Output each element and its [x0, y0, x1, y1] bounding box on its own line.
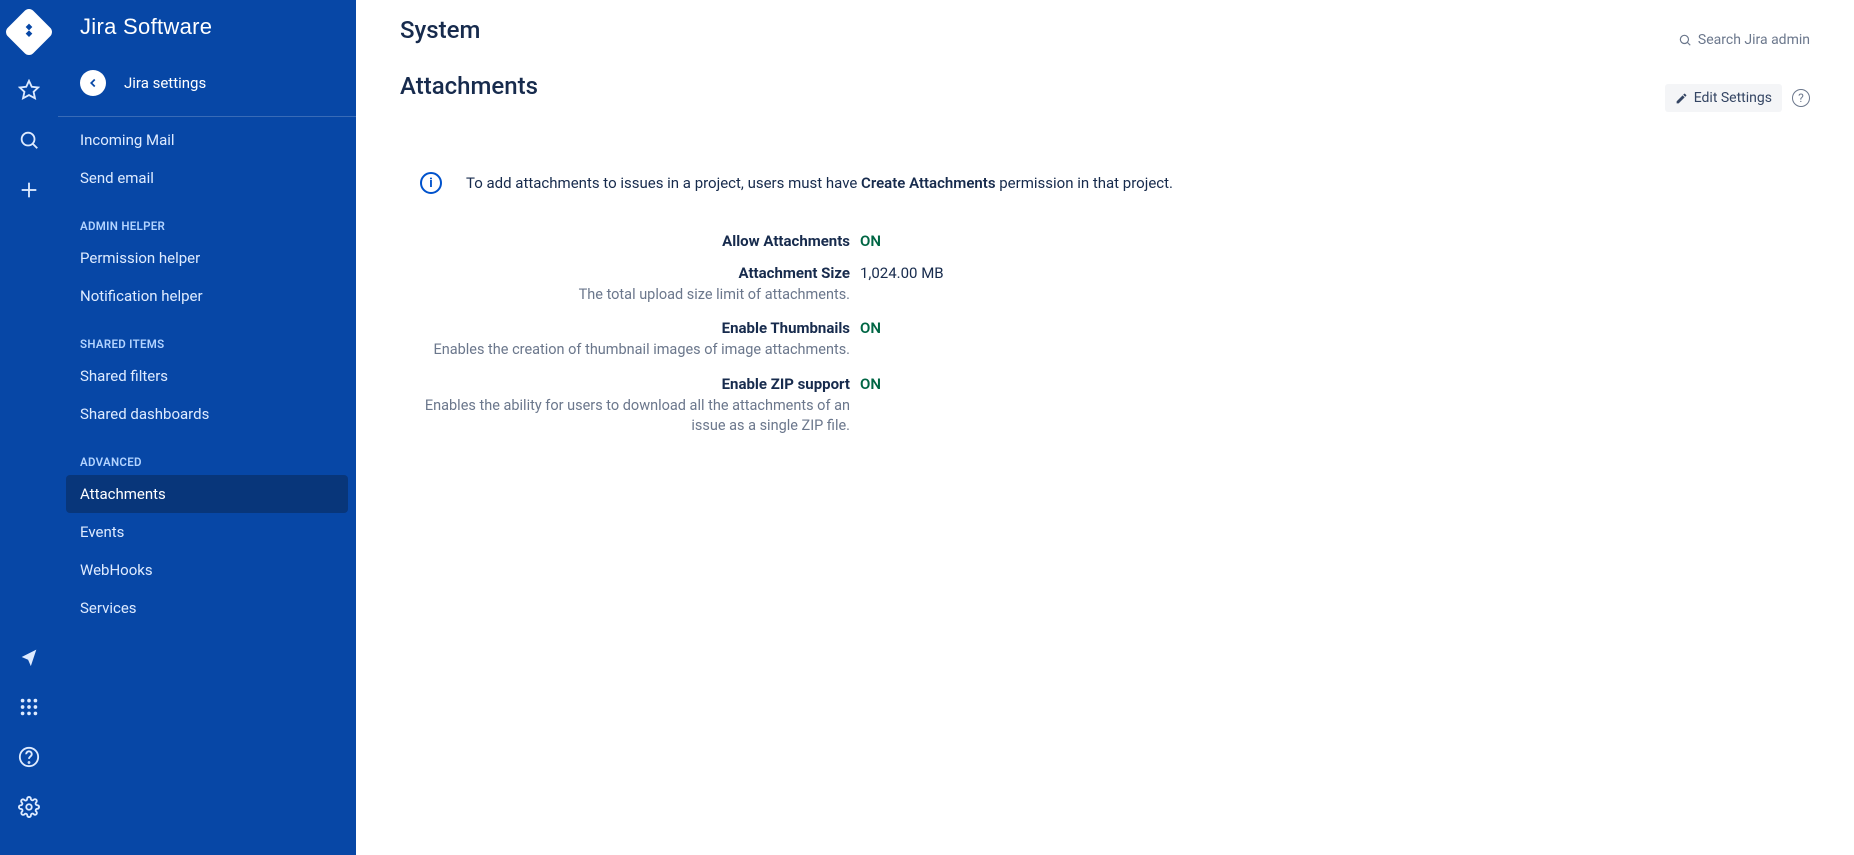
section-title: Attachments — [400, 72, 538, 100]
setting-desc: Enables the creation of thumbnail images… — [400, 340, 850, 360]
setting-value: ON — [860, 375, 881, 393]
star-icon[interactable] — [13, 74, 45, 106]
info-message: i To add attachments to issues in a proj… — [420, 172, 1810, 194]
setting-value: ON — [860, 319, 881, 337]
back-arrow-icon — [80, 70, 106, 96]
nav-incoming-mail[interactable]: Incoming Mail — [58, 117, 356, 159]
setting-desc: The total upload size limit of attachmen… — [400, 285, 850, 305]
nav-events[interactable]: Events — [58, 513, 356, 551]
setting-label: Allow Attachments — [400, 232, 850, 250]
setting-value: 1,024.00 MB — [860, 264, 944, 282]
setting-label: Enable ZIP support — [400, 375, 850, 393]
setting-label: Enable Thumbnails — [400, 319, 850, 337]
plus-icon[interactable] — [13, 174, 45, 206]
page-title: System — [400, 16, 538, 44]
section-heading-advanced: ADVANCED — [58, 433, 356, 475]
search-icon[interactable] — [13, 124, 45, 156]
edit-settings-button[interactable]: Edit Settings — [1665, 84, 1782, 112]
nav-send-email[interactable]: Send email — [58, 159, 356, 197]
setting-enable-zip: Enable ZIP support Enables the ability f… — [400, 375, 1260, 437]
setting-attachment-size: Attachment Size The total upload size li… — [400, 264, 1260, 305]
settings-icon[interactable] — [13, 791, 45, 823]
main-content: System Attachments Search Jira admin Edi… — [356, 0, 1854, 855]
setting-allow-attachments: Allow Attachments ON — [400, 232, 1260, 250]
help-icon[interactable]: ? — [1792, 89, 1810, 107]
setting-enable-thumbnails: Enable Thumbnails Enables the creation o… — [400, 319, 1260, 360]
nav-webhooks[interactable]: WebHooks — [58, 551, 356, 589]
appswitcher-icon[interactable] — [13, 691, 45, 723]
nav-permission-helper[interactable]: Permission helper — [58, 239, 356, 277]
pencil-icon — [1675, 92, 1688, 105]
setting-label: Attachment Size — [400, 264, 850, 282]
notification-icon[interactable] — [13, 641, 45, 673]
info-icon: i — [420, 172, 442, 194]
help-icon[interactable] — [13, 741, 45, 773]
settings-sidebar: Jira Software Jira settings Incoming Mai… — [58, 0, 356, 855]
search-icon — [1678, 33, 1692, 47]
nav-notification-helper[interactable]: Notification helper — [58, 277, 356, 315]
nav-services[interactable]: Services — [58, 589, 356, 627]
nav-attachments[interactable]: Attachments — [66, 475, 348, 513]
nav-shared-filters[interactable]: Shared filters — [58, 357, 356, 395]
global-nav-rail — [0, 0, 58, 855]
back-label: Jira settings — [124, 74, 206, 92]
sidebar-header: Jira Software — [58, 0, 356, 50]
jira-logo-icon[interactable] — [4, 7, 55, 58]
section-heading-shared-items: SHARED ITEMS — [58, 315, 356, 357]
section-heading-admin-helper: ADMIN HELPER — [58, 197, 356, 239]
setting-desc: Enables the ability for users to downloa… — [400, 396, 850, 437]
search-jira-admin[interactable]: Search Jira admin — [1678, 16, 1810, 48]
app-name: Jira Software — [80, 14, 212, 39]
setting-value: ON — [860, 232, 881, 250]
attachment-settings: Allow Attachments ON Attachment Size The… — [400, 232, 1260, 450]
nav-shared-dashboards[interactable]: Shared dashboards — [58, 395, 356, 433]
back-to-settings[interactable]: Jira settings — [58, 50, 356, 117]
